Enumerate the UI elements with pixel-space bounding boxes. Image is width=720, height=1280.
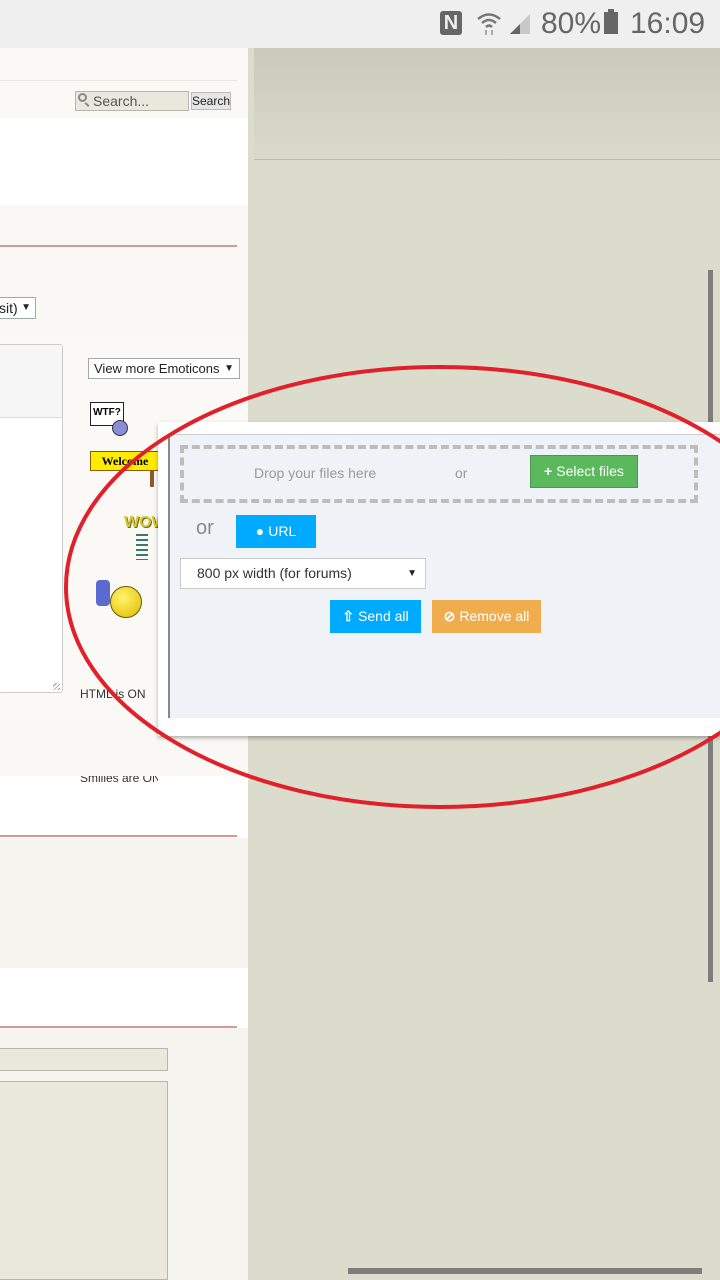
search-button[interactable]: Search xyxy=(191,92,231,110)
resize-handle-icon[interactable] xyxy=(53,683,60,690)
or-label: or xyxy=(196,517,214,539)
search-input[interactable]: Search... xyxy=(75,91,189,111)
clock: 16:09 xyxy=(630,7,706,40)
upload-area: Drop your files here or + Select files or… xyxy=(168,434,720,718)
smiley-face-icon xyxy=(110,586,142,618)
select-value: sit) xyxy=(0,300,18,316)
button-label: URL xyxy=(268,523,297,539)
drop-text: Drop your files here xyxy=(254,465,377,481)
chevron-down-icon: ▼ xyxy=(21,302,31,313)
signal-icon xyxy=(510,14,530,34)
search-icon xyxy=(78,93,87,102)
remove-all-button[interactable]: ⊘ Remove all xyxy=(432,600,541,633)
smiley-sign: Welcome xyxy=(90,451,160,471)
post-options-select[interactable]: sit) ▼ xyxy=(0,297,36,319)
smiley-wtf[interactable]: WTF? xyxy=(90,398,130,438)
plus-icon: + xyxy=(544,463,553,479)
smiley-welcome[interactable]: Welcome xyxy=(90,451,160,489)
smiley-face-icon xyxy=(112,420,128,436)
button-label: Remove all xyxy=(459,608,530,624)
section-band xyxy=(0,838,248,968)
upload-panel: Drop your files here or + Select files or… xyxy=(158,422,720,736)
foot-icon xyxy=(96,580,110,606)
select-value: 800 px width (for forums) xyxy=(197,565,352,581)
ban-icon: ⊘ xyxy=(443,608,456,624)
emoticons-select[interactable]: View more Emoticons ▼ xyxy=(88,358,240,379)
send-all-button[interactable]: ⇧ Send all xyxy=(330,600,421,633)
message-editor[interactable] xyxy=(0,344,63,693)
battery-percent: 80% xyxy=(541,7,602,40)
nfc-icon: N xyxy=(440,11,462,35)
status-line: HTML is ON xyxy=(80,687,146,701)
button-label: Send all xyxy=(358,608,409,624)
spring-icon xyxy=(136,534,148,560)
horizontal-scrollbar[interactable] xyxy=(348,1268,702,1274)
smiley-wow[interactable]: WOW xyxy=(122,514,167,562)
chevron-down-icon: ▼ xyxy=(224,363,234,374)
wifi-icon xyxy=(477,13,501,35)
or-label: or xyxy=(455,465,468,481)
status-bar: N 80% 16:09 xyxy=(0,0,720,48)
editor-toolbar xyxy=(0,345,62,418)
divider xyxy=(0,245,237,247)
upload-icon: ⇧ xyxy=(342,608,355,624)
image-size-select[interactable]: 800 px width (for forums) ▼ xyxy=(180,558,426,589)
divider xyxy=(0,80,237,81)
select-value: View more Emoticons xyxy=(94,361,220,376)
select-files-button[interactable]: + Select files xyxy=(530,455,638,488)
globe-icon: ● xyxy=(255,523,265,539)
smiley-laugh[interactable] xyxy=(96,576,152,620)
right-header xyxy=(254,48,720,160)
text-field[interactable] xyxy=(0,1048,168,1071)
sign-post xyxy=(150,471,154,487)
section-band xyxy=(0,205,248,335)
url-button[interactable]: ● URL xyxy=(236,515,316,548)
chevron-down-icon: ▼ xyxy=(407,568,417,579)
file-dropzone[interactable]: Drop your files here or + Select files xyxy=(180,445,698,503)
battery-icon xyxy=(604,9,618,34)
divider xyxy=(0,835,237,837)
textarea-field[interactable] xyxy=(0,1081,168,1280)
button-label: Select files xyxy=(556,463,624,479)
